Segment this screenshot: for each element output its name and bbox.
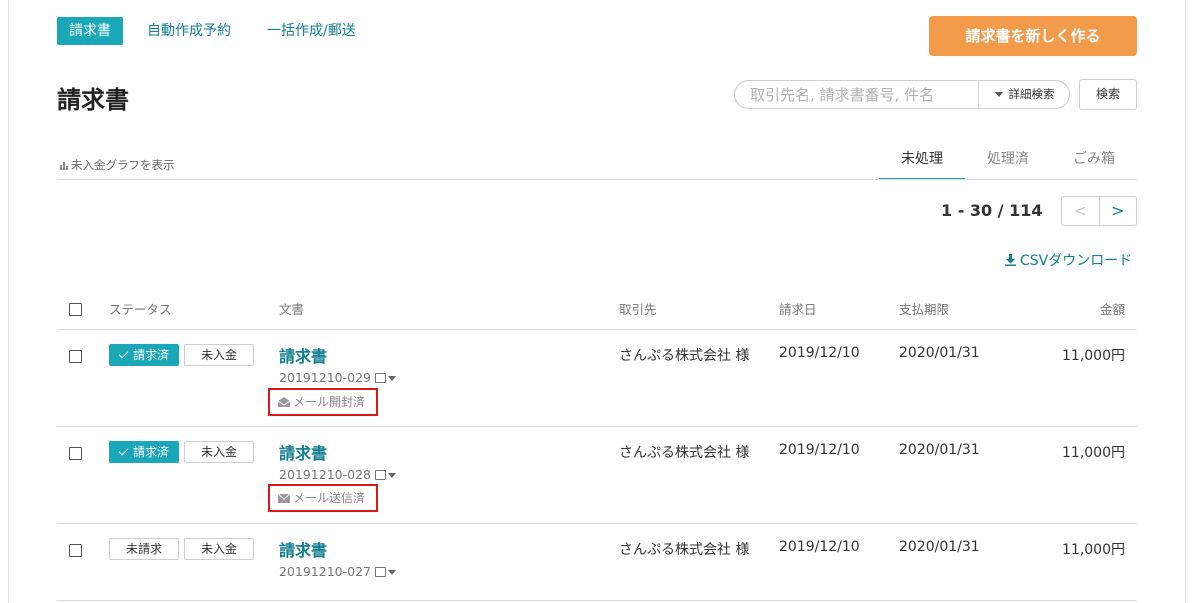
payment-status-badge[interactable]: 未入金 [184,344,254,366]
tab-processed[interactable]: 処理済 [965,150,1051,180]
tabs-divider [57,179,1137,180]
subnav-invoices[interactable]: 請求書 [57,17,123,45]
comment-icon[interactable] [375,567,386,577]
prev-page-button[interactable]: < [1062,197,1100,225]
advanced-search-label: 詳細検索 [1008,87,1055,101]
document-number-text: 20191210-028 [279,467,371,482]
csv-download-link[interactable]: CSVダウンロード [1005,250,1132,270]
invoice-date: 2019/12/10 [779,539,860,555]
invoice-date: 2019/12/10 [779,345,860,361]
client-name: さんぷる株式会社 様 [619,542,750,558]
billing-status-badge[interactable]: 未請求 [109,538,179,560]
document-number: 20191210-028 [279,467,396,482]
document-number-text: 20191210-029 [279,370,371,385]
comment-icon[interactable] [375,470,386,480]
row-checkbox[interactable] [69,350,82,363]
header-due-date: 支払期限 [899,302,950,317]
document-title-link[interactable]: 請求書 [279,440,327,464]
billing-status-label: 請求済 [132,348,169,362]
document-number: 20191210-027 [279,564,396,579]
document-number-text: 20191210-027 [279,564,371,579]
unpaid-graph-label: 未入金グラフを表示 [71,158,175,172]
download-icon [1005,254,1016,266]
pagination-range: 1 - 30 / 114 [941,201,1043,220]
amount: 11,000円 [1062,542,1125,558]
row-checkbox[interactable] [69,447,82,460]
caret-down-icon[interactable] [388,376,396,381]
header-invoice-date: 請求日 [779,302,817,317]
header-document: 文書 [279,302,305,317]
amount: 11,000円 [1062,348,1125,364]
unpaid-graph-link[interactable]: 未入金グラフを表示 [60,157,175,173]
table-row[interactable]: 請求済 未入金 請求書 20191210-028 メール送信済 さんぷる株式会社… [0,427,1194,523]
table-row[interactable]: 請求済 未入金 請求書 20191210-029 メール開封済 さんぷる株式会社… [0,330,1194,426]
header-amount: 金額 [1099,302,1125,317]
mail-status-highlight: メール開封済 [268,388,378,416]
billing-status-badge[interactable]: 請求済 [109,344,179,366]
mail-status-text: メール開封済 [293,395,366,409]
subnav-bulk-create-mail[interactable]: 一括作成/郵送 [267,17,356,45]
header-status: ステータス [109,302,172,317]
due-date: 2020/01/31 [899,345,980,361]
row-divider [57,600,1137,601]
billing-status-badge[interactable]: 請求済 [109,441,179,463]
search-input[interactable] [736,82,977,107]
search-button[interactable]: 検索 [1079,79,1137,110]
comment-icon[interactable] [375,373,386,383]
payment-status-badge[interactable]: 未入金 [184,538,254,560]
mail-status-text: メール送信済 [293,491,366,505]
search-box: 詳細検索 [734,80,1070,109]
envelope-icon [277,493,291,503]
due-date: 2020/01/31 [899,539,980,555]
amount: 11,000円 [1062,445,1125,461]
advanced-search-toggle[interactable]: 詳細検索 [979,81,1070,108]
client-name: さんぷる株式会社 様 [619,348,750,364]
subnav-scheduled-creation[interactable]: 自動作成予約 [147,17,231,45]
billing-status-label: 請求済 [132,445,169,459]
envelope-open-icon [277,397,291,407]
caret-down-icon[interactable] [388,570,396,575]
caret-down-icon[interactable] [388,473,396,478]
pager: < > [1061,196,1137,226]
client-name: さんぷる株式会社 様 [619,445,750,461]
bar-chart-icon [60,162,68,170]
check-icon [118,445,129,456]
page-title: 請求書 [57,86,129,114]
payment-status-badge[interactable]: 未入金 [184,441,254,463]
new-invoice-button[interactable]: 請求書を新しく作る [929,16,1137,56]
invoice-date: 2019/12/10 [779,442,860,458]
caret-down-icon [994,92,1003,97]
check-icon [118,348,129,359]
document-title-link[interactable]: 請求書 [279,537,327,561]
document-number: 20191210-029 [279,370,396,385]
csv-download-label: CSVダウンロード [1020,253,1133,269]
due-date: 2020/01/31 [899,442,980,458]
header-client: 取引先 [619,302,657,317]
tab-unprocessed[interactable]: 未処理 [879,150,965,180]
select-all-checkbox[interactable] [69,303,82,316]
document-title-link[interactable]: 請求書 [279,343,327,367]
row-checkbox[interactable] [69,544,82,557]
next-page-button[interactable]: > [1100,197,1137,225]
mail-status-highlight: メール送信済 [268,484,378,512]
tab-trash[interactable]: ごみ箱 [1051,150,1137,180]
table-row[interactable]: 未請求 未入金 請求書 20191210-027 さんぷる株式会社 様 2019… [0,524,1194,600]
